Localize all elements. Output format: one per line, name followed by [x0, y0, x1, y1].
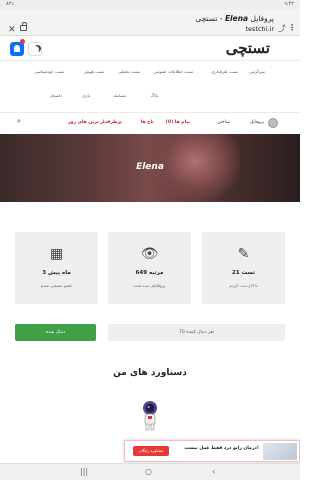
- close-icon[interactable]: ✕: [8, 25, 16, 35]
- back-icon[interactable]: ‹: [212, 467, 215, 476]
- popular-today-link[interactable]: پرطرفدار ترین های روز: [68, 120, 122, 125]
- nav-item[interactable]: مسابقه: [113, 93, 126, 98]
- battery-level: ۸۳٪: [6, 1, 15, 7]
- create-test-menu[interactable]: ساختن: [217, 120, 230, 125]
- share-icon[interactable]: ⤴: [278, 23, 286, 34]
- stat-card-joined: ▦ 3 ماه پیش عضو تستچی شدم: [15, 232, 98, 304]
- system-nav-bar: ||| ○ ‹: [0, 463, 300, 480]
- site-logo[interactable]: تستچی: [226, 39, 270, 57]
- user-toolbar: پروفایل ساختن پیام ها (0) تاج ها پرطرفدا…: [0, 115, 300, 133]
- followers-button[interactable]: 70 نفر دنبال کننده: [108, 324, 285, 341]
- clock: ۹:۴۲: [284, 1, 294, 7]
- stat-value: 649 مرتبه: [135, 270, 164, 276]
- recent-apps-icon[interactable]: |||: [80, 467, 88, 476]
- divider: [0, 60, 300, 61]
- stat-card-tests: ✎ 21 تست تا الان ثبت کردم: [202, 232, 285, 304]
- astronaut-badge-icon: [143, 401, 157, 431]
- messages-link[interactable]: پیام ها (0): [166, 120, 190, 125]
- nav-item[interactable]: تست اطلاعات عمومی: [154, 69, 193, 74]
- nav-item[interactable]: تست هوش: [84, 69, 104, 74]
- profile-name: Elena: [136, 162, 164, 172]
- stat-value: 3 ماه پیش: [42, 270, 71, 276]
- search-icon[interactable]: ⌕: [17, 117, 21, 126]
- dark-mode-toggle-icon[interactable]: [28, 42, 42, 56]
- more-menu-icon[interactable]: ⋮: [288, 23, 296, 32]
- profile-menu[interactable]: پروفایل: [250, 120, 264, 125]
- stat-value: 21 تست: [231, 270, 256, 276]
- stat-label: تا الان ثبت کردم: [229, 283, 258, 288]
- url-text[interactable]: testchi.ir: [245, 25, 274, 33]
- lock-icon: [20, 22, 27, 31]
- nav-item[interactable]: تست خودشناسی: [34, 69, 64, 74]
- ad-text: درمان زانو درد فقط عمل نیست!: [184, 446, 259, 451]
- home-icon[interactable]: ○: [145, 467, 152, 476]
- nav-item[interactable]: سرگرمی: [249, 69, 265, 74]
- notification-badge: [20, 39, 25, 44]
- crowns-link[interactable]: تاج ها: [141, 120, 154, 125]
- nav-item[interactable]: تست تحلیلی: [118, 69, 140, 74]
- stat-card-views: 👁 649 مرتبه پروفایلم دیده شده: [108, 232, 191, 304]
- follow-button[interactable]: دنبال شده: [15, 324, 96, 341]
- pencil-icon: ✎: [237, 246, 250, 262]
- notification-bell-icon[interactable]: [10, 42, 24, 56]
- nav-item[interactable]: بلاگ: [151, 93, 158, 98]
- ad-consult-button[interactable]: مشاوره رایگان: [133, 446, 169, 456]
- nav-item[interactable]: داستان: [50, 93, 62, 98]
- stat-label: عضو تستچی شدم: [40, 283, 73, 288]
- browser-address-bar[interactable]: پروفایل Elena - تستچی testchi.ir ✕ ⤴ ⋮: [0, 10, 300, 36]
- achievements-title: دستاورد های من: [113, 368, 187, 378]
- ad-banner[interactable]: درمان زانو درد فقط عمل نیست! مشاوره رایگ…: [124, 440, 300, 462]
- avatar[interactable]: [268, 118, 278, 128]
- eye-icon: 👁: [140, 246, 159, 262]
- ad-image: [263, 443, 297, 460]
- status-bar: ۹:۴۲ ۸۳٪: [0, 0, 300, 10]
- divider: [0, 112, 300, 113]
- page-title: پروفایل Elena - تستچی: [195, 14, 274, 23]
- nav-item[interactable]: تست طرفداری: [211, 69, 238, 74]
- stat-label: پروفایلم دیده شده: [133, 283, 166, 288]
- calendar-icon: ▦: [49, 246, 64, 262]
- nav-item[interactable]: بازی: [82, 93, 90, 98]
